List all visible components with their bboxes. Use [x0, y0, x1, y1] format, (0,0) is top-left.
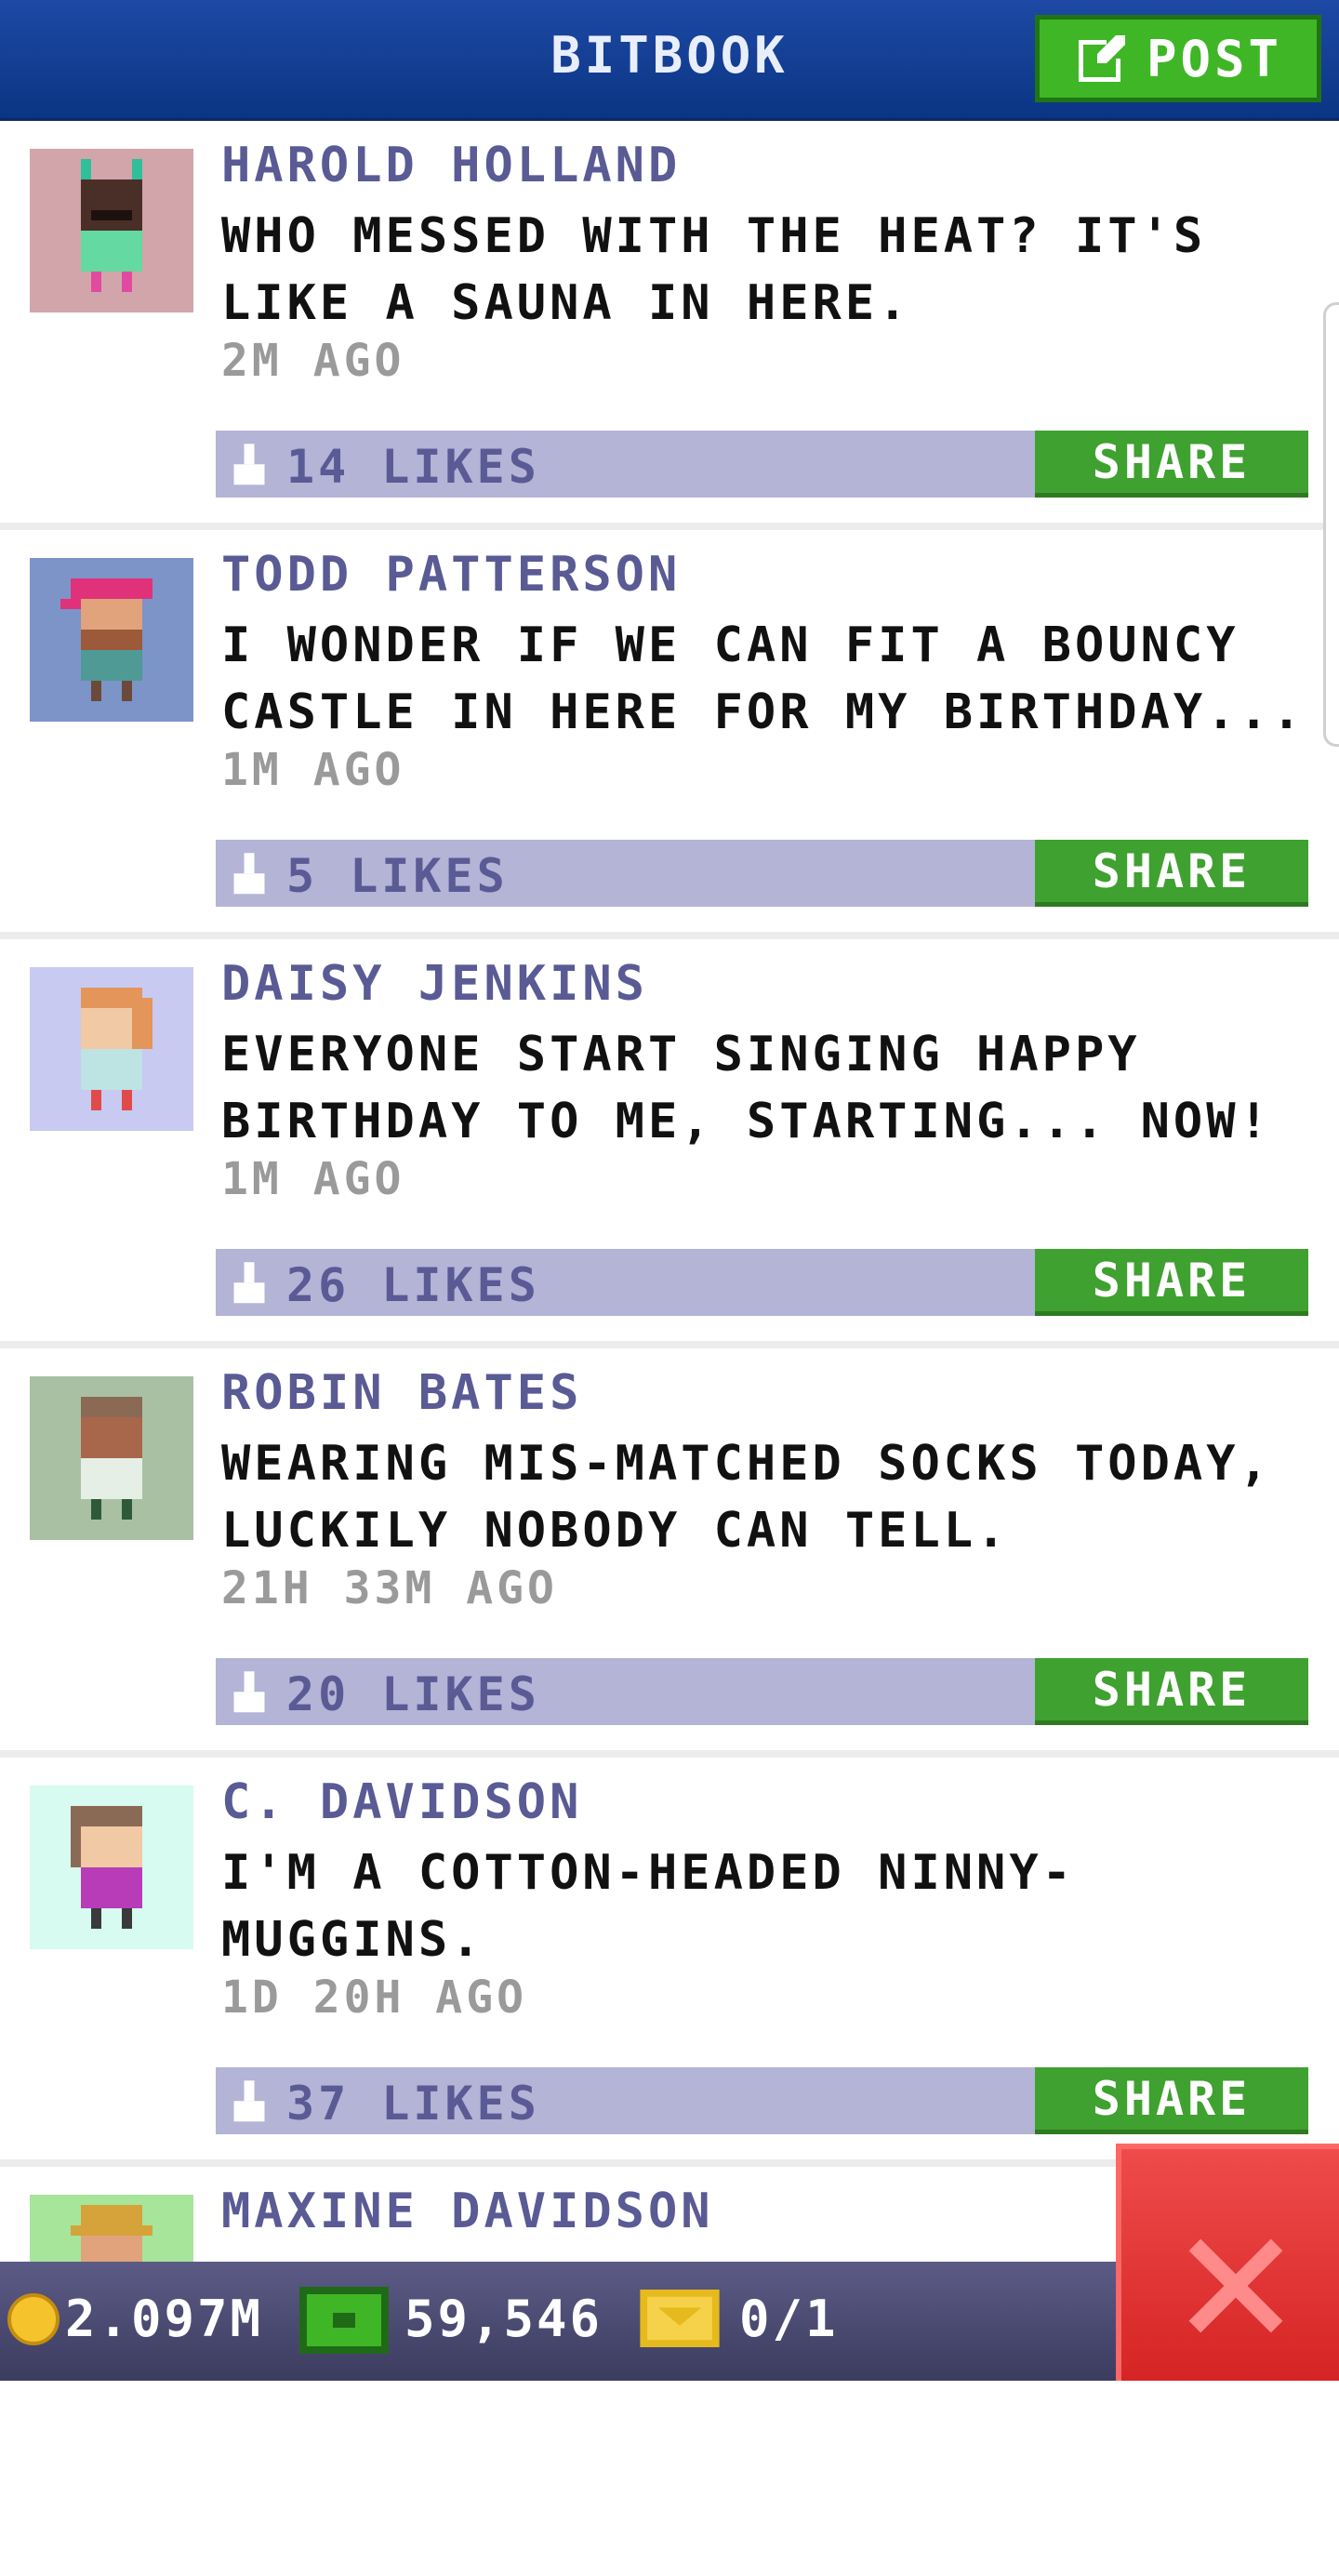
post-author[interactable]: DAISY JENKINS [221, 956, 648, 1012]
post-message: I'M A COTTON-HEADED NINNY-MUGGINS. [221, 1845, 1075, 1968]
post-time: 1M AGO [221, 744, 405, 796]
share-button[interactable]: SHARE [1035, 1658, 1308, 1725]
bux-count: 59,546 [404, 2290, 603, 2348]
avatar[interactable] [30, 1786, 193, 1949]
cash-icon [299, 2287, 389, 2354]
post-time: 2M AGO [221, 335, 405, 387]
post-time: 1D 20H AGO [221, 1972, 527, 2024]
post-message: WHO MESSED WITH THE HEAT? IT'S LIKE A SA… [221, 208, 1207, 331]
app-header: BITBOOK POST [0, 0, 1339, 121]
like-count: 26 LIKES [286, 1258, 540, 1312]
thumb-up-icon [233, 1262, 265, 1304]
avatar-icon [30, 1786, 193, 1949]
avatar[interactable] [30, 558, 193, 722]
post-author[interactable]: C. DAVIDSON [221, 1774, 582, 1830]
ticket-icon [640, 2290, 720, 2347]
close-icon [1188, 2238, 1283, 2333]
thumb-up-icon [233, 2080, 265, 2122]
avatar[interactable] [30, 967, 193, 1131]
post-message: I WONDER IF WE CAN FIT A BOUNCY CASTLE I… [221, 617, 1306, 740]
share-button[interactable]: SHARE [1035, 1249, 1308, 1316]
like-count: 14 LIKES [286, 440, 540, 494]
post-author[interactable]: TODD PATTERSON [221, 547, 681, 603]
post-author[interactable]: HAROLD HOLLAND [221, 138, 681, 193]
edit-icon [1078, 35, 1125, 82]
post-button-label: POST [1146, 29, 1283, 88]
post-message: WEARING MIS-MATCHED SOCKS TODAY, LUCKILY… [221, 1436, 1272, 1559]
post-author[interactable]: MAXINE DAVIDSON [221, 2184, 714, 2239]
share-button[interactable]: SHARE [1035, 2067, 1308, 2134]
post-time: 21H 33M AGO [221, 1562, 558, 1614]
post-message: EVERYONE START SINGING HAPPY BIRTHDAY TO… [221, 1027, 1272, 1149]
like-count: 37 LIKES [286, 2077, 540, 2131]
scrollbar[interactable] [1323, 302, 1339, 747]
ticket-count: 0/1 [739, 2290, 839, 2348]
feed-post: TODD PATTERSON I WONDER IF WE CAN FIT A … [0, 530, 1339, 939]
feed-post: DAISY JENKINS EVERYONE START SINGING HAP… [0, 939, 1339, 1348]
share-button[interactable]: SHARE [1035, 840, 1308, 907]
close-button[interactable] [1116, 2144, 1339, 2381]
avatar-icon [30, 149, 193, 312]
avatar-icon [30, 1376, 193, 1540]
page-title: BITBOOK [550, 26, 789, 85]
avatar[interactable] [30, 149, 193, 312]
avatar-icon [30, 558, 193, 722]
coin-icon [7, 2293, 60, 2345]
avatar-icon [30, 967, 193, 1131]
thumb-up-icon [233, 853, 265, 895]
feed-post: C. DAVIDSON I'M A COTTON-HEADED NINNY-MU… [0, 1758, 1339, 2167]
like-count: 5 LIKES [286, 849, 509, 903]
post-button[interactable]: POST [1035, 15, 1321, 102]
feed-post: ROBIN BATES WEARING MIS-MATCHED SOCKS TO… [0, 1348, 1339, 1758]
thumb-up-icon [233, 1671, 265, 1713]
avatar[interactable] [30, 1376, 193, 1540]
post-author[interactable]: ROBIN BATES [221, 1365, 582, 1421]
thumb-up-icon [233, 444, 265, 485]
feed-post: HAROLD HOLLAND WHO MESSED WITH THE HEAT?… [0, 121, 1339, 530]
post-time: 1M AGO [221, 1153, 405, 1205]
share-button[interactable]: SHARE [1035, 431, 1308, 498]
like-count: 20 LIKES [286, 1667, 540, 1721]
coin-count: 2.097M [65, 2290, 264, 2348]
